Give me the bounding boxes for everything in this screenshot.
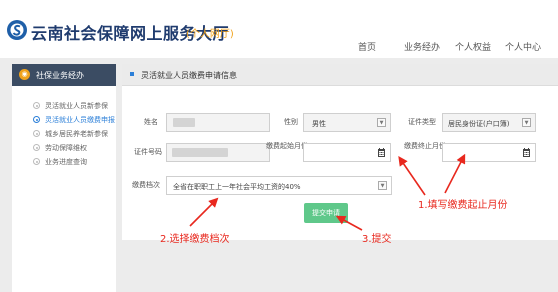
- name-label: 姓名: [144, 118, 158, 126]
- payment-application-panel: 灵活就业人员缴费申请信息 姓名 性别 男性 ▼ 证件类型 居民身份证(户口簿) …: [122, 64, 558, 240]
- grade-label: 缴费档次: [132, 181, 160, 189]
- grade-select[interactable]: 全省在职职工上一年社会平均工资的40% ▼: [166, 176, 392, 195]
- sidebar-item-label: 灵活就业人员新参保: [45, 102, 108, 110]
- name-field: [166, 113, 270, 132]
- nav-personal-center[interactable]: 个人中心: [505, 40, 541, 53]
- calendar-icon[interactable]: [523, 148, 530, 157]
- gender-select: 男性 ▼: [303, 113, 391, 132]
- social-security-logo-icon: [7, 20, 27, 40]
- site-header: 云南社会保障网上服务大厅 (个人网厅) 首页 业务经办 个人权益 个人中心: [0, 0, 558, 58]
- sidebar-heading: ◉ 社保业务经办: [12, 64, 116, 86]
- panel-title: 灵活就业人员缴费申请信息: [141, 71, 237, 80]
- sidebar-item-labor-rights[interactable]: 劳动保障维权: [12, 140, 116, 155]
- annotation-step-3: 3.提交: [362, 234, 392, 245]
- sidebar-item-pension-enrollment[interactable]: 城乡居民养老新参保: [12, 126, 116, 141]
- sidebar-item-new-enrollment[interactable]: 灵活就业人员新参保: [12, 98, 116, 113]
- bullet-icon: [33, 144, 40, 151]
- sidebar-item-label: 城乡居民养老新参保: [45, 130, 108, 138]
- start-month-label: 缴费起始月份: [266, 142, 308, 150]
- bullet-icon: [33, 102, 40, 109]
- id-type-select: 居民身份证(户口簿) ▼: [442, 113, 536, 132]
- sidebar-item-label: 灵活就业人员缴费申报: [45, 116, 115, 124]
- start-month-input[interactable]: [303, 143, 391, 162]
- sidebar: ◉ 社保业务经办 灵活就业人员新参保 灵活就业人员缴费申报 城乡居民养老新参保 …: [12, 64, 116, 292]
- id-type-label: 证件类型: [408, 118, 436, 126]
- bullet-icon: [33, 158, 40, 165]
- chevron-down-icon: ▼: [522, 118, 531, 127]
- id-number-label: 证件号码: [134, 148, 162, 156]
- end-month-label: 缴费终止月份: [404, 142, 446, 150]
- grade-value: 全省在职职工上一年社会平均工资的40%: [173, 183, 301, 191]
- annotation-step-1: 1.填写缴费起止月份: [418, 200, 508, 211]
- square-bullet-icon: [130, 72, 134, 76]
- sidebar-item-payment-declaration[interactable]: 灵活就业人员缴费申报: [12, 112, 116, 127]
- sidebar-item-progress-query[interactable]: 业务进度查询: [12, 154, 116, 169]
- nav-home[interactable]: 首页: [358, 40, 376, 53]
- id-type-value: 居民身份证(户口簿): [448, 120, 510, 128]
- bullet-icon: [33, 130, 40, 137]
- site-subtitle: (个人网厅): [186, 29, 234, 40]
- annotation-step-2: 2.选择缴费档次: [160, 234, 230, 245]
- id-number-field: [166, 143, 270, 162]
- page: 云南社会保障网上服务大厅 (个人网厅) 首页 业务经办 个人权益 个人中心 ◉ …: [0, 0, 558, 292]
- menu-badge-icon: ◉: [19, 69, 30, 80]
- chevron-down-icon: ▼: [377, 118, 386, 127]
- sidebar-item-label: 劳动保障维权: [45, 144, 87, 152]
- calendar-icon[interactable]: [378, 148, 385, 157]
- panel-header: 灵活就业人员缴费申请信息: [122, 64, 558, 86]
- end-month-input[interactable]: [442, 143, 536, 162]
- gender-label: 性别: [284, 118, 298, 126]
- submit-button[interactable]: 提交申请: [304, 203, 348, 223]
- nav-rights[interactable]: 个人权益: [455, 40, 491, 53]
- chevron-down-icon[interactable]: ▼: [378, 181, 387, 190]
- nav-business[interactable]: 业务经办: [404, 40, 440, 53]
- gender-value: 男性: [312, 120, 326, 128]
- sidebar-item-label: 业务进度查询: [45, 158, 87, 166]
- sidebar-heading-label: 社保业务经办: [36, 71, 84, 80]
- masked-name: [173, 118, 195, 127]
- bullet-icon: [33, 116, 40, 123]
- masked-id-number: [172, 148, 228, 157]
